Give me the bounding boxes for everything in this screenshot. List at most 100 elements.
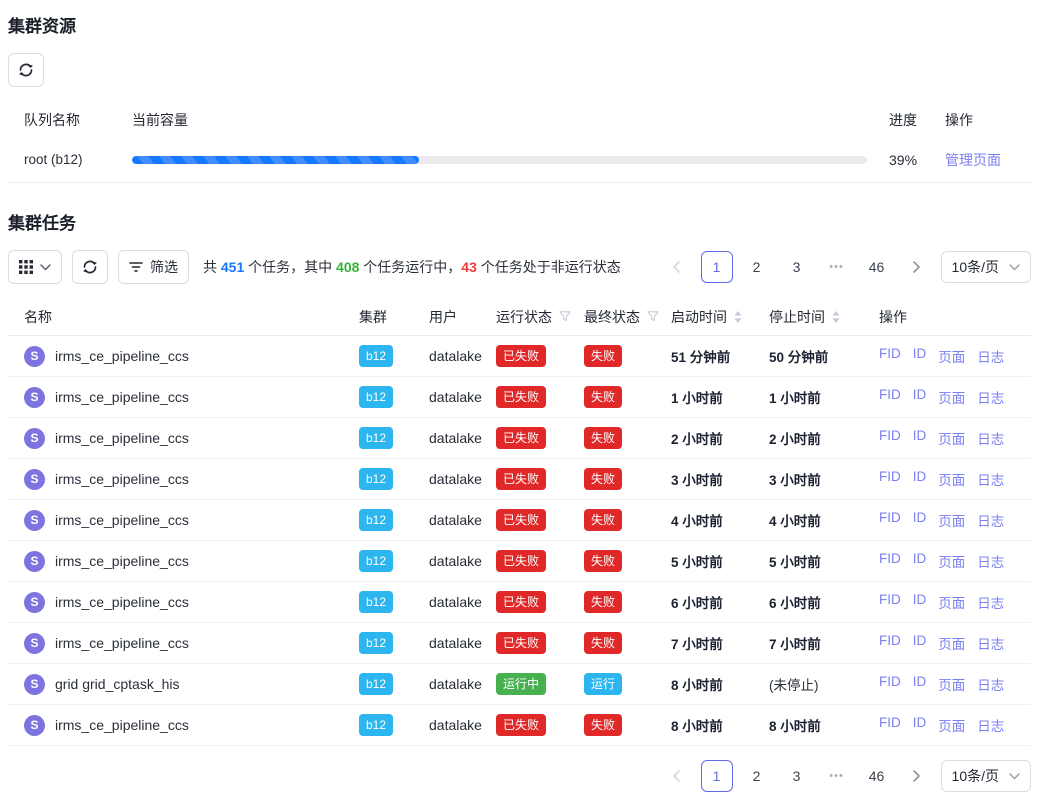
action-link-ID[interactable]: ID [913, 428, 927, 448]
pagination-page-46[interactable]: 46 [861, 251, 893, 283]
pagination-bottom: 123•••46 10条/页 [661, 760, 1031, 792]
pagination-page-3[interactable]: 3 [781, 251, 813, 283]
action-link-页面[interactable]: 页面 [938, 510, 965, 530]
task-name[interactable]: irms_ce_pipeline_ccs [55, 512, 189, 528]
funnel-filter-icon[interactable] [647, 311, 659, 322]
action-link-日志[interactable]: 日志 [977, 346, 1004, 366]
pagination-ellipsis[interactable]: ••• [821, 251, 853, 283]
action-link-页面[interactable]: 页面 [938, 428, 965, 448]
actions-cell: FID ID 页面日志 [879, 469, 1031, 489]
action-link-日志[interactable]: 日志 [977, 469, 1004, 489]
task-name[interactable]: irms_ce_pipeline_ccs [55, 348, 189, 364]
sorter-icon[interactable] [832, 311, 840, 323]
pagination-page-46[interactable]: 46 [861, 760, 893, 792]
action-link-FID[interactable]: FID [879, 715, 901, 735]
action-link-日志[interactable]: 日志 [977, 551, 1004, 571]
action-link-FID[interactable]: FID [879, 510, 901, 530]
task-name[interactable]: irms_ce_pipeline_ccs [55, 594, 189, 610]
cluster-cell: b12 [359, 427, 429, 448]
task-name[interactable]: irms_ce_pipeline_ccs [55, 389, 189, 405]
stop-time: 2 小时前 [769, 428, 879, 448]
pagination-ellipsis[interactable]: ••• [821, 760, 853, 792]
run-status-badge: 已失败 [496, 427, 546, 448]
pagination-page-1[interactable]: 1 [701, 760, 733, 792]
action-link-页面[interactable]: 页面 [938, 551, 965, 571]
action-link-日志[interactable]: 日志 [977, 428, 1004, 448]
action-link-日志[interactable]: 日志 [977, 715, 1004, 735]
action-link-页面[interactable]: 页面 [938, 715, 965, 735]
action-link-ID[interactable]: ID [913, 387, 927, 407]
pagination-prev-button[interactable] [661, 760, 693, 792]
action-link-ID[interactable]: ID [913, 551, 927, 571]
col-run-status: 运行状态 [496, 307, 584, 327]
action-link-日志[interactable]: 日志 [977, 510, 1004, 530]
start-time: 51 分钟前 [671, 346, 769, 366]
resources-refresh-button[interactable] [8, 53, 44, 87]
action-link-页面[interactable]: 页面 [938, 633, 965, 653]
col-name-label: 名称 [24, 307, 52, 327]
action-link-页面[interactable]: 页面 [938, 469, 965, 489]
action-link-FID[interactable]: FID [879, 551, 901, 571]
pagination-page-2[interactable]: 2 [741, 251, 773, 283]
tasks-refresh-button[interactable] [72, 250, 108, 284]
page-size-select[interactable]: 10条/页 [941, 251, 1031, 283]
column-settings-button[interactable] [8, 250, 62, 284]
task-name[interactable]: grid grid_cptask_his [55, 676, 180, 692]
pagination-page-1[interactable]: 1 [701, 251, 733, 283]
action-link-日志[interactable]: 日志 [977, 674, 1004, 694]
col-actions-label: 操作 [879, 307, 907, 327]
resources-col-progress: 进度 [889, 110, 939, 130]
cluster-cell: b12 [359, 714, 429, 735]
final-status-cell: 失败 [584, 468, 671, 489]
pagination-page-2[interactable]: 2 [741, 760, 773, 792]
action-link-ID[interactable]: ID [913, 592, 927, 612]
action-link-ID[interactable]: ID [913, 510, 927, 530]
action-link-日志[interactable]: 日志 [977, 387, 1004, 407]
action-link-FID[interactable]: FID [879, 674, 901, 694]
pagination-next-button[interactable] [901, 760, 933, 792]
action-link-ID[interactable]: ID [913, 633, 927, 653]
action-link-FID[interactable]: FID [879, 346, 901, 366]
action-link-FID[interactable]: FID [879, 592, 901, 612]
action-link-页面[interactable]: 页面 [938, 674, 965, 694]
sorter-icon[interactable] [734, 311, 742, 323]
table-row: S irms_ce_pipeline_ccs b12 datalake 已失败 … [8, 336, 1031, 377]
page-size-select[interactable]: 10条/页 [941, 760, 1031, 792]
final-status-badge: 运行 [584, 673, 622, 694]
action-link-页面[interactable]: 页面 [938, 387, 965, 407]
cluster-cell: b12 [359, 386, 429, 407]
action-link-ID[interactable]: ID [913, 674, 927, 694]
action-link-ID[interactable]: ID [913, 469, 927, 489]
pagination-page-3[interactable]: 3 [781, 760, 813, 792]
chevron-down-icon [1009, 773, 1020, 780]
action-link-FID[interactable]: FID [879, 387, 901, 407]
action-link-ID[interactable]: ID [913, 346, 927, 366]
manage-page-link[interactable]: 管理页面 [945, 152, 1001, 168]
action-link-日志[interactable]: 日志 [977, 633, 1004, 653]
pagination-next-button[interactable] [901, 251, 933, 283]
refresh-icon [82, 259, 98, 275]
user-cell: datalake [429, 676, 496, 692]
action-link-FID[interactable]: FID [879, 469, 901, 489]
action-link-页面[interactable]: 页面 [938, 592, 965, 612]
action-link-日志[interactable]: 日志 [977, 592, 1004, 612]
pagination-prev-button[interactable] [661, 251, 693, 283]
run-status-cell: 已失败 [496, 509, 584, 530]
task-name[interactable]: irms_ce_pipeline_ccs [55, 553, 189, 569]
task-name[interactable]: irms_ce_pipeline_ccs [55, 717, 189, 733]
task-name-cell: S irms_ce_pipeline_ccs [8, 592, 359, 613]
queue-name: root (b12) [8, 152, 132, 167]
filter-button[interactable]: 筛选 [118, 250, 189, 284]
action-link-ID[interactable]: ID [913, 715, 927, 735]
avatar: S [24, 633, 45, 654]
action-link-FID[interactable]: FID [879, 428, 901, 448]
start-time: 1 小时前 [671, 387, 769, 407]
task-name[interactable]: irms_ce_pipeline_ccs [55, 430, 189, 446]
task-name-cell: S irms_ce_pipeline_ccs [8, 551, 359, 572]
action-link-页面[interactable]: 页面 [938, 346, 965, 366]
col-final-status-label: 最终状态 [584, 307, 640, 327]
action-link-FID[interactable]: FID [879, 633, 901, 653]
task-name[interactable]: irms_ce_pipeline_ccs [55, 635, 189, 651]
funnel-filter-icon[interactable] [559, 311, 571, 322]
task-name[interactable]: irms_ce_pipeline_ccs [55, 471, 189, 487]
